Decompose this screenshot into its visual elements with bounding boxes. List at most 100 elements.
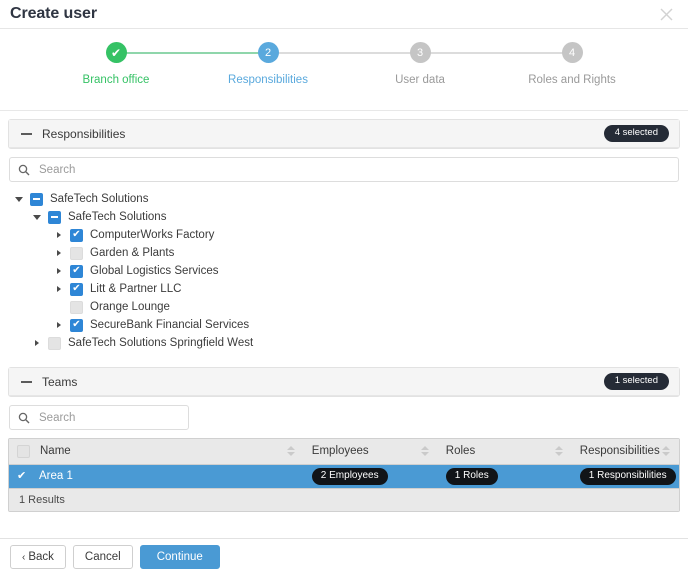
step-roles-and-rights[interactable]: 4 Roles and Rights <box>496 42 648 86</box>
tree-checkbox[interactable] <box>48 211 61 224</box>
chevron-right-icon[interactable] <box>52 264 66 278</box>
sort-icon[interactable] <box>555 445 564 457</box>
responsibilities-pill[interactable]: 1 Responsibilities <box>580 468 676 485</box>
tree-node-garden-and-plants[interactable]: Garden & Plants <box>8 244 680 262</box>
sort-icon[interactable] <box>662 445 671 457</box>
teams-panel-header[interactable]: Teams 1 selected <box>9 368 679 396</box>
teams-search-box[interactable] <box>9 405 189 430</box>
tree-node-safetech-solutions[interactable]: SafeTech Solutions <box>8 208 680 226</box>
column-header-name-label: Name <box>40 445 71 457</box>
chevron-right-icon[interactable] <box>52 228 66 242</box>
back-button-label: Back <box>28 551 54 563</box>
tree-node-securebank-financial-services[interactable]: ✔ SecureBank Financial Services <box>8 316 680 334</box>
chevron-down-icon[interactable] <box>12 192 26 206</box>
cell-roles[interactable]: 1 Roles <box>438 464 572 488</box>
tree-node-orange-lounge[interactable]: Orange Lounge <box>8 298 680 316</box>
step-circle-1[interactable]: ✔ <box>106 42 127 63</box>
dialog-body: Responsibilities 4 selected SafeTec <box>0 111 688 538</box>
stepper-steps: ✔ Branch office 2 Responsibilities 3 Use… <box>40 29 648 86</box>
step-check-icon: ✔ <box>111 47 121 59</box>
step-circle-2[interactable]: 2 <box>258 42 279 63</box>
collapse-minus-icon[interactable] <box>21 128 32 139</box>
column-header-responsibilities[interactable]: Responsibilities <box>572 439 679 464</box>
responsibilities-tree: SafeTech Solutions SafeTech Solutions ✔ … <box>8 184 680 358</box>
responsibilities-search-input[interactable] <box>37 163 670 177</box>
tree-node-label: SafeTech Solutions <box>68 211 166 223</box>
team-name: Area 1 <box>39 470 73 482</box>
cell-employees[interactable]: 2 Employees <box>304 464 438 488</box>
column-header-employees-label: Employees <box>312 445 369 457</box>
tree-node-safetech-solutions-root[interactable]: SafeTech Solutions <box>8 190 680 208</box>
tree-node-safetech-solutions-springfield-west[interactable]: SafeTech Solutions Springfield West <box>8 334 680 352</box>
responsibilities-panel: Responsibilities 4 selected <box>8 119 680 149</box>
tree-node-label: Orange Lounge <box>90 301 170 313</box>
back-button[interactable]: ‹ Back <box>10 545 66 569</box>
teams-search-input[interactable] <box>37 411 180 425</box>
continue-button[interactable]: Continue <box>140 545 220 569</box>
column-header-roles-label: Roles <box>446 445 475 457</box>
close-icon[interactable] <box>656 4 676 24</box>
results-count: 1 Results <box>9 488 679 511</box>
step-label-1: Branch office <box>83 74 150 86</box>
sort-icon[interactable] <box>421 445 430 457</box>
tree-checkbox[interactable] <box>70 301 83 314</box>
row-check-icon[interactable]: ✔ <box>17 471 31 482</box>
column-header-roles[interactable]: Roles <box>438 439 572 464</box>
tree-checkbox[interactable]: ✔ <box>70 229 83 242</box>
tree-node-computerworks-factory[interactable]: ✔ ComputerWorks Factory <box>8 226 680 244</box>
column-header-name[interactable]: Name <box>9 439 304 464</box>
chevron-right-icon[interactable] <box>52 246 66 260</box>
wizard-stepper: ✔ Branch office 2 Responsibilities 3 Use… <box>0 29 688 111</box>
responsibilities-selected-badge: 4 selected <box>604 125 669 142</box>
teams-table-wrap: Name Employees Roles <box>8 438 680 512</box>
cancel-button[interactable]: Cancel <box>73 545 133 569</box>
tree-node-global-logistics-services[interactable]: ✔ Global Logistics Services <box>8 262 680 280</box>
chevron-left-icon: ‹ <box>22 552 25 563</box>
responsibilities-search-box[interactable] <box>9 157 679 182</box>
tree-node-label: SafeTech Solutions <box>50 193 148 205</box>
chevron-right-icon[interactable] <box>52 318 66 332</box>
tree-node-label: SecureBank Financial Services <box>90 319 249 331</box>
teams-table: Name Employees Roles <box>9 439 679 488</box>
step-label-3: User data <box>395 74 445 86</box>
employees-pill[interactable]: 2 Employees <box>312 468 388 485</box>
responsibilities-search-wrap <box>8 149 680 184</box>
tree-node-label: SafeTech Solutions Springfield West <box>68 337 253 349</box>
table-row[interactable]: ✔ Area 1 2 Employees 1 Roles 1 Responsib… <box>9 464 679 488</box>
tree-checkbox[interactable] <box>48 337 61 350</box>
tree-node-label: ComputerWorks Factory <box>90 229 214 241</box>
chevron-down-icon[interactable] <box>30 210 44 224</box>
select-all-checkbox[interactable] <box>17 445 30 458</box>
teams-title: Teams <box>42 375 77 389</box>
continue-button-label: Continue <box>157 551 203 563</box>
tree-checkbox[interactable] <box>70 247 83 260</box>
cell-responsibilities[interactable]: 1 Responsibilities <box>572 464 679 488</box>
cancel-button-label: Cancel <box>85 551 121 563</box>
step-circle-4[interactable]: 4 <box>562 42 583 63</box>
page-title: Create user <box>10 5 97 23</box>
create-user-dialog: Create user ✔ Branch office 2 Responsibi… <box>0 0 688 575</box>
step-user-data[interactable]: 3 User data <box>344 42 496 86</box>
step-circle-3[interactable]: 3 <box>410 42 431 63</box>
step-label-2: Responsibilities <box>228 74 308 86</box>
tree-checkbox[interactable]: ✔ <box>70 283 83 296</box>
tree-node-litt-and-partner-llc[interactable]: ✔ Litt & Partner LLC <box>8 280 680 298</box>
chevron-right-icon[interactable] <box>30 336 44 350</box>
tree-node-label: Litt & Partner LLC <box>90 283 181 295</box>
tree-checkbox[interactable]: ✔ <box>70 265 83 278</box>
step-responsibilities[interactable]: 2 Responsibilities <box>192 42 344 86</box>
step-label-4: Roles and Rights <box>528 74 616 86</box>
responsibilities-panel-header[interactable]: Responsibilities 4 selected <box>9 120 679 148</box>
search-icon <box>18 412 31 424</box>
tree-checkbox[interactable]: ✔ <box>70 319 83 332</box>
roles-pill[interactable]: 1 Roles <box>446 468 498 485</box>
step-branch-office[interactable]: ✔ Branch office <box>40 42 192 86</box>
dialog-titlebar: Create user <box>0 0 688 29</box>
cell-name[interactable]: ✔ Area 1 <box>9 464 304 488</box>
tree-checkbox[interactable] <box>30 193 43 206</box>
chevron-right-icon[interactable] <box>52 282 66 296</box>
sort-icon[interactable] <box>287 445 296 457</box>
responsibilities-title: Responsibilities <box>42 127 125 141</box>
collapse-minus-icon[interactable] <box>21 376 32 387</box>
column-header-employees[interactable]: Employees <box>304 439 438 464</box>
